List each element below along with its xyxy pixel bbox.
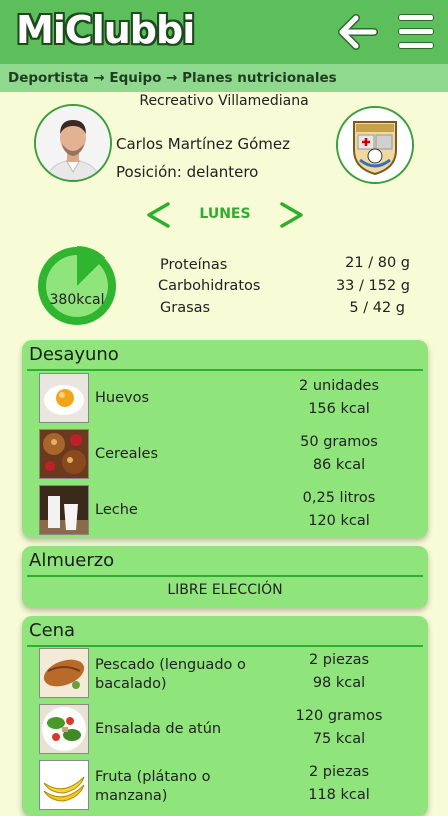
meal-title: Almuerzo	[29, 550, 115, 571]
previous-day-button[interactable]	[144, 200, 172, 230]
macro-protein-value: 21 / 80 g	[345, 255, 410, 271]
breadcrumb-path[interactable]: Deportista → Equipo → Planes nutricional…	[8, 70, 337, 86]
macro-protein-label: Proteínas	[160, 257, 228, 273]
food-name: Cereales	[95, 446, 158, 462]
back-button[interactable]	[336, 10, 378, 54]
hamburger-icon	[398, 14, 434, 21]
player-name: Carlos Martínez Gómez	[116, 135, 291, 153]
next-day-button[interactable]	[278, 200, 306, 230]
club-crest	[336, 106, 414, 184]
food-name: Pescado (lenguado o bacalado)	[95, 657, 246, 692]
meal-title: Desayuno	[29, 344, 119, 365]
food-quantity: 2 piezas	[308, 764, 370, 780]
hamburger-icon	[398, 28, 434, 35]
club-crest-icon	[338, 108, 412, 182]
divider	[27, 369, 423, 371]
hamburger-icon	[398, 42, 434, 49]
meal-title: Cena	[29, 620, 76, 641]
food-name: Ensalada de atún	[95, 721, 222, 737]
player-photo	[36, 106, 110, 180]
macro-fat-value: 5 / 42 g	[349, 300, 405, 316]
chevron-left-icon	[147, 202, 170, 228]
food-quantity: 2 piezas	[308, 652, 370, 668]
food-kcal: 156 kcal	[308, 401, 370, 417]
food-name: Leche	[95, 502, 138, 518]
macro-carbs-value: 33 / 152 g	[335, 278, 410, 294]
total-kcal: 380kcal	[49, 292, 105, 308]
divider	[27, 575, 423, 577]
player-position: Posición: delantero	[116, 163, 259, 181]
macro-fat-label: Grasas	[160, 300, 211, 316]
breadcrumb: Deportista → Equipo → Planes nutricional…	[0, 64, 448, 92]
food-kcal: 75 kcal	[312, 731, 366, 747]
food-image-fish	[39, 648, 89, 698]
food-kcal: 98 kcal	[312, 675, 366, 691]
calorie-gauge	[36, 245, 118, 327]
app-header: MiClubbi	[0, 0, 448, 64]
chevron-right-icon	[280, 202, 303, 228]
food-kcal: 86 kcal	[312, 457, 366, 473]
food-image-eggs	[39, 373, 89, 423]
food-image-cereal	[39, 429, 89, 479]
food-quantity: 120 gramos	[295, 708, 383, 724]
free-choice-note: LIBRE ELECCIÓN	[167, 582, 283, 598]
player-avatar	[34, 104, 112, 182]
app-logo[interactable]: MiClubbi	[16, 8, 195, 52]
meal-card-breakfast: Desayuno Huevos 2 unidades 156 kcal Cere…	[22, 340, 428, 538]
food-name: Huevos	[95, 390, 150, 406]
divider	[27, 645, 423, 647]
food-quantity: 50 gramos	[300, 434, 378, 450]
meal-card-dinner: Cena Pescado (lenguado o bacalado) 2 pie…	[22, 616, 428, 816]
menu-button[interactable]	[396, 12, 436, 52]
macro-carbs-label: Carbohidratos	[158, 278, 261, 294]
food-name: Fruta (plátano o manzana)	[95, 769, 211, 804]
food-kcal: 120 kcal	[308, 513, 370, 529]
food-kcal: 118 kcal	[308, 787, 370, 803]
day-label: LUNES	[199, 206, 251, 222]
food-quantity: 0,25 litros	[302, 490, 376, 506]
food-quantity: 2 unidades	[298, 378, 379, 394]
food-image-fruit	[39, 760, 89, 810]
food-image-milk	[39, 485, 89, 535]
food-image-tuna-salad	[39, 704, 89, 754]
arrow-left-icon	[338, 14, 378, 50]
meal-card-lunch: Almuerzo LIBRE ELECCIÓN	[22, 546, 428, 608]
